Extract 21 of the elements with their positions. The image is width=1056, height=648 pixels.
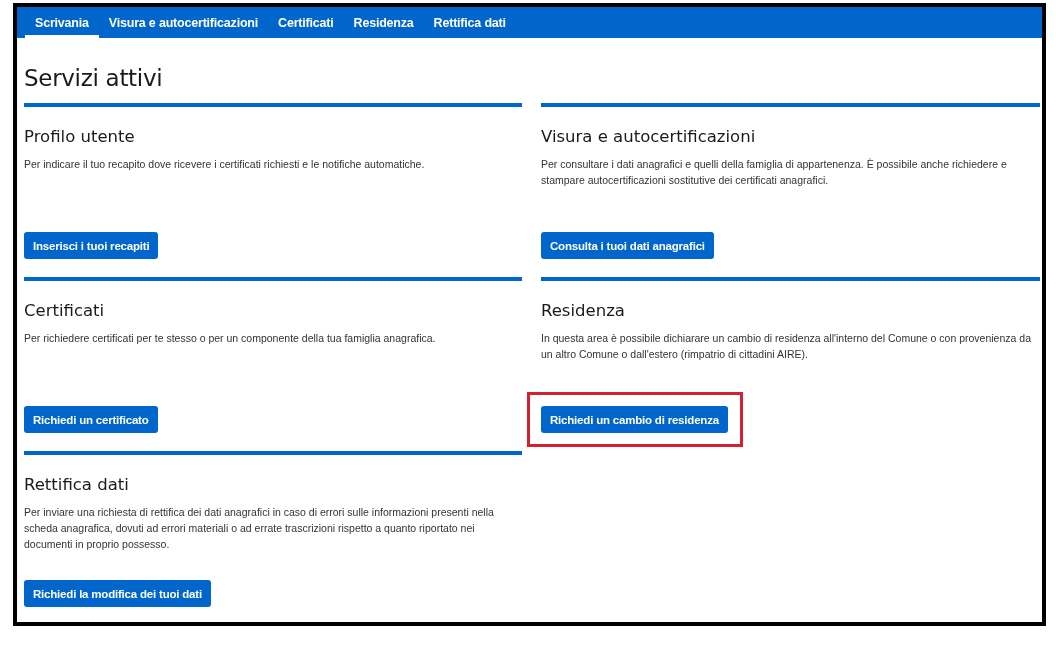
nav-tab[interactable]: Rettifica dati <box>423 7 516 38</box>
card-description: Per indicare il tuo recapito dove ricevere i certificati richiesti e le notifiche automatiche. <box>24 157 426 172</box>
action-button[interactable]: Inserisci i tuoi recapiti <box>24 232 159 259</box>
card-title: Visura e autocertificazioni <box>541 127 757 146</box>
nav-tab[interactable]: Residenza <box>343 7 424 38</box>
nav-tab[interactable]: Certificati <box>268 7 344 38</box>
card-title: Rettifica dati <box>24 475 130 494</box>
card-description: Per consultare i dati anagrafici e quelli della famiglia di appartenenza. È possibile anche richiedere e stampare autocertificazioni sostitutive dei certificati anagrafici. <box>541 157 1008 188</box>
nav-tab[interactable]: Visura e autocertificazioni <box>98 7 269 38</box>
action-button[interactable]: Consulta i tuoi dati anagrafici <box>541 232 714 259</box>
card-description: In questa area è possibile dichiarare un cambio di residenza all'interno del Comune o con provenienza da un altro Comune o dall'estero (rimpatrio di cittadini AIRE). <box>541 331 1032 362</box>
action-button[interactable]: Richiedi la modifica dei tuoi dati <box>24 580 211 607</box>
action-button[interactable]: Richiedi un cambio di residenza <box>541 406 728 433</box>
card-title: Certificati <box>24 301 106 320</box>
nav-tab[interactable]: Scrivania <box>25 7 99 38</box>
card-description: Per inviare una richiesta di rettifica dei dati anagrafici in caso di errori sulle informazioni presenti nella scheda anagrafica, dovuti ad errori materiali o ad errate trascrizioni rispetto a quanto riportato nei documenti in proprio possesso. <box>24 505 495 552</box>
card-description: Per richiedere certificati per te stesso o per un componente della tua famiglia anagrafica. <box>24 331 437 346</box>
action-button[interactable]: Richiedi un certificato <box>24 406 158 433</box>
page-title: Servizi attivi <box>24 65 164 91</box>
card-title: Profilo utente <box>24 127 136 146</box>
card-title: Residenza <box>541 301 626 320</box>
